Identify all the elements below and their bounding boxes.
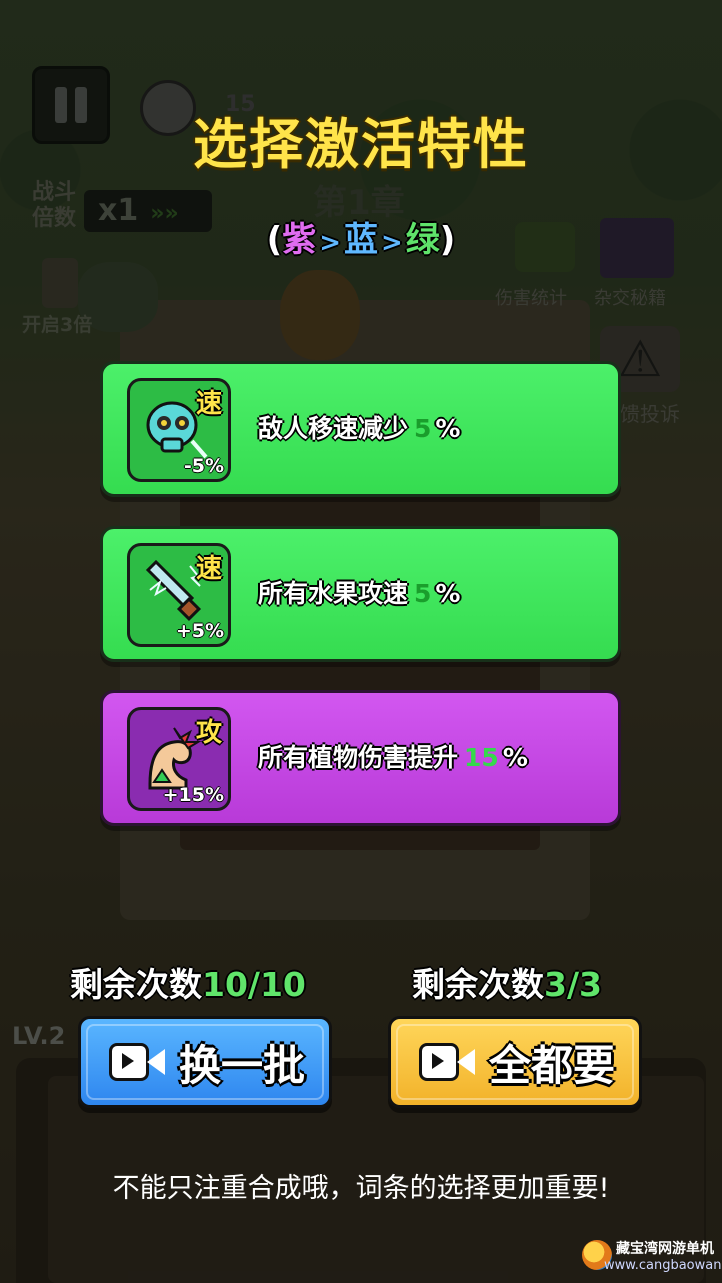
video-ad-icon [109, 1043, 165, 1081]
rarity-purple: 紫 [282, 220, 317, 260]
refresh-button-label: 换一批 [179, 1040, 306, 1090]
trait-card-enemy-slow[interactable]: 速 -5% 敌人移速减少 5% [100, 361, 621, 497]
refresh-remaining: 剩余次数10/10 [70, 958, 306, 1006]
trait-icon-frame: 攻 +15% [127, 707, 231, 811]
trait-card-plant-damage[interactable]: 攻 +15% 所有植物伤害提升 15% [100, 690, 621, 826]
hint-text: 不能只注重合成哦，词条的选择更加重要! [112, 1173, 610, 1204]
trait-text: 所有水果攻速 [258, 579, 409, 608]
trait-icon-value: +5% [175, 620, 224, 642]
watermark: 藏宝湾网游单机 www.cangbaowan.net [582, 1238, 722, 1278]
trait-icon-value: +15% [162, 784, 224, 806]
video-ad-icon [419, 1043, 475, 1081]
rarity-close: ) [439, 220, 456, 260]
trait-description: 所有植物伤害提升 15% [258, 693, 528, 823]
trait-description: 所有水果攻速 5% [258, 529, 460, 659]
trait-unit: % [502, 743, 528, 772]
trait-value: 5 [414, 579, 432, 608]
rarity-sep-1: > [319, 228, 341, 258]
dialog-title: 选择激活特性 [193, 113, 529, 176]
rarity-order: (紫 >蓝 >绿) [0, 212, 722, 261]
trait-type-tag: 速 [195, 554, 222, 584]
take-all-button[interactable]: 全都要 [388, 1016, 642, 1108]
trait-type-tag: 攻 [195, 718, 222, 748]
take-all-remaining: 剩余次数3/3 [412, 958, 602, 1006]
trait-value: 15 [464, 743, 499, 772]
trait-value: 5 [414, 414, 432, 443]
watermark-name: 藏宝湾网游单机 [616, 1241, 714, 1257]
watermark-url: www.cangbaowan.net [604, 1258, 722, 1273]
rarity-open: ( [266, 220, 283, 260]
trait-description: 敌人移速减少 5% [258, 364, 460, 494]
trait-icon-value: -5% [183, 455, 224, 477]
trait-text: 所有植物伤害提升 [258, 743, 459, 772]
trait-type-tag: 速 [195, 389, 222, 419]
remaining-label: 剩余次数 [412, 965, 544, 1004]
rarity-green: 绿 [405, 220, 440, 260]
trait-card-fruit-attack-speed[interactable]: 速 +5% 所有水果攻速 5% [100, 526, 621, 662]
rarity-sep-2: > [381, 228, 403, 258]
refresh-button[interactable]: 换一批 [78, 1016, 332, 1108]
rarity-blue: 蓝 [344, 220, 378, 260]
take-all-button-label: 全都要 [489, 1040, 616, 1090]
trait-unit: % [435, 414, 461, 443]
remaining-count: 3/3 [544, 965, 602, 1004]
trait-icon-frame: 速 -5% [127, 378, 231, 482]
trait-unit: % [435, 579, 461, 608]
trait-icon-frame: 速 +5% [127, 543, 231, 647]
trait-text: 敌人移速减少 [258, 414, 409, 443]
remaining-label: 剩余次数 [70, 965, 202, 1004]
remaining-count: 10/10 [202, 965, 306, 1004]
